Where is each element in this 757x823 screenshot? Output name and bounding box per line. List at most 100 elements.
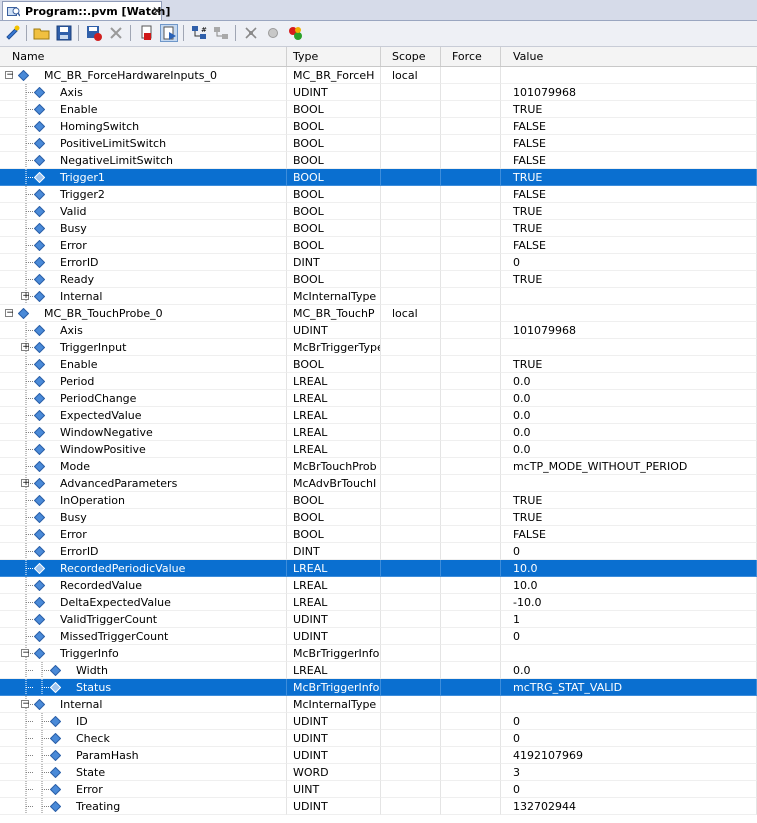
collapse-icon[interactable]: −	[5, 308, 14, 318]
value-cell[interactable]: 132702944	[501, 798, 757, 815]
name-cell[interactable]: Check	[0, 730, 287, 747]
watch-tab[interactable]: Program::.pvm [Watch] ✕	[2, 1, 170, 20]
name-cell[interactable]: DeltaExpectedValue	[0, 594, 287, 611]
force-cell[interactable]	[441, 764, 501, 781]
table-row[interactable]: Period LREAL 0.0	[0, 373, 757, 390]
name-cell[interactable]: Axis	[0, 84, 287, 101]
add-variable-icon[interactable]	[4, 24, 22, 42]
value-cell[interactable]: FALSE	[501, 186, 757, 203]
force-cell[interactable]	[441, 458, 501, 475]
value-cell[interactable]	[501, 67, 757, 84]
close-icon[interactable]: ✕	[152, 4, 162, 18]
table-row[interactable]: State WORD 3	[0, 764, 757, 781]
name-cell[interactable]: ParamHash	[0, 747, 287, 764]
table-row[interactable]: − MC_BR_ForceHardwareInputs_0 MC_BR_ForceH…	[0, 67, 757, 84]
force-cell[interactable]	[441, 730, 501, 747]
name-cell[interactable]: − MC_BR_TouchProbe_0	[0, 305, 287, 322]
name-cell[interactable]: State	[0, 764, 287, 781]
open-folder-icon[interactable]	[33, 24, 51, 42]
column-force-header[interactable]: Force	[441, 47, 501, 66]
force-cell[interactable]	[441, 424, 501, 441]
table-row[interactable]: RecordedValue LREAL 10.0	[0, 577, 757, 594]
table-row[interactable]: Treating UDINT 132702944	[0, 798, 757, 815]
name-cell[interactable]: Busy	[0, 220, 287, 237]
table-row[interactable]: ValidTriggerCount UDINT 1	[0, 611, 757, 628]
force-cell[interactable]	[441, 594, 501, 611]
column-type-header[interactable]: Type	[287, 47, 381, 66]
name-cell[interactable]: Period	[0, 373, 287, 390]
table-row[interactable]: + Internal McInternalType	[0, 288, 757, 305]
value-cell[interactable]: 4192107969	[501, 747, 757, 764]
value-cell[interactable]: 10.0	[501, 560, 757, 577]
table-row[interactable]: DeltaExpectedValue LREAL -10.0	[0, 594, 757, 611]
force-cell[interactable]	[441, 390, 501, 407]
table-row[interactable]: InOperation BOOL TRUE	[0, 492, 757, 509]
value-cell[interactable]: TRUE	[501, 220, 757, 237]
table-row[interactable]: Enable BOOL TRUE	[0, 356, 757, 373]
value-cell[interactable]: 0.0	[501, 424, 757, 441]
name-cell[interactable]: + Internal	[0, 288, 287, 305]
force-cell[interactable]	[441, 679, 501, 696]
table-row[interactable]: WindowPositive LREAL 0.0	[0, 441, 757, 458]
table-row[interactable]: Trigger1 BOOL TRUE	[0, 169, 757, 186]
value-cell[interactable]: FALSE	[501, 152, 757, 169]
force-cell[interactable]	[441, 169, 501, 186]
table-row[interactable]: Error BOOL FALSE	[0, 526, 757, 543]
value-cell[interactable]: TRUE	[501, 492, 757, 509]
table-row[interactable]: ExpectedValue LREAL 0.0	[0, 407, 757, 424]
name-cell[interactable]: Enable	[0, 356, 287, 373]
force-cell[interactable]	[441, 662, 501, 679]
value-cell[interactable]: 0	[501, 781, 757, 798]
force-cell[interactable]	[441, 186, 501, 203]
force-cell[interactable]	[441, 101, 501, 118]
name-cell[interactable]: Valid	[0, 203, 287, 220]
name-cell[interactable]: NegativeLimitSwitch	[0, 152, 287, 169]
force-cell[interactable]	[441, 475, 501, 492]
force-cell[interactable]	[441, 526, 501, 543]
name-cell[interactable]: InOperation	[0, 492, 287, 509]
table-row[interactable]: Busy BOOL TRUE	[0, 509, 757, 526]
value-cell[interactable]: 101079968	[501, 322, 757, 339]
force-cell[interactable]	[441, 118, 501, 135]
name-cell[interactable]: − TriggerInfo	[0, 645, 287, 662]
force-cell[interactable]	[441, 611, 501, 628]
value-cell[interactable]: 0.0	[501, 407, 757, 424]
table-row[interactable]: WindowNegative LREAL 0.0	[0, 424, 757, 441]
table-row[interactable]: ParamHash UDINT 4192107969	[0, 747, 757, 764]
name-cell[interactable]: WindowPositive	[0, 441, 287, 458]
table-row[interactable]: + AdvancedParameters McAdvBrTouchI	[0, 475, 757, 492]
name-cell[interactable]: + AdvancedParameters	[0, 475, 287, 492]
name-cell[interactable]: PeriodChange	[0, 390, 287, 407]
value-cell[interactable]	[501, 339, 757, 356]
force-cell[interactable]	[441, 713, 501, 730]
force-cell[interactable]	[441, 84, 501, 101]
collapse-icon[interactable]: −	[21, 699, 30, 709]
force-cell[interactable]	[441, 441, 501, 458]
table-row[interactable]: Ready BOOL TRUE	[0, 271, 757, 288]
table-row[interactable]: Status McBrTriggerInfo mcTRG_STAT_VALID	[0, 679, 757, 696]
force-cell[interactable]	[441, 492, 501, 509]
name-cell[interactable]: MissedTriggerCount	[0, 628, 287, 645]
table-row[interactable]: Busy BOOL TRUE	[0, 220, 757, 237]
value-cell[interactable]: 10.0	[501, 577, 757, 594]
name-cell[interactable]: Trigger1	[0, 169, 287, 186]
name-cell[interactable]: + TriggerInput	[0, 339, 287, 356]
save-values-icon[interactable]	[85, 24, 103, 42]
name-cell[interactable]: RecordedValue	[0, 577, 287, 594]
name-cell[interactable]: ID	[0, 713, 287, 730]
value-cell[interactable]: TRUE	[501, 169, 757, 186]
name-cell[interactable]: Error	[0, 526, 287, 543]
force-icon[interactable]	[212, 24, 230, 42]
name-cell[interactable]: − MC_BR_ForceHardwareInputs_0	[0, 67, 287, 84]
value-cell[interactable]: TRUE	[501, 271, 757, 288]
table-row[interactable]: MissedTriggerCount UDINT 0	[0, 628, 757, 645]
record-icon[interactable]	[286, 24, 304, 42]
value-cell[interactable]	[501, 288, 757, 305]
force-cell[interactable]	[441, 747, 501, 764]
value-cell[interactable]: -10.0	[501, 594, 757, 611]
name-cell[interactable]: Busy	[0, 509, 287, 526]
value-cell[interactable]	[501, 305, 757, 322]
table-row[interactable]: Error UINT 0	[0, 781, 757, 798]
name-cell[interactable]: PositiveLimitSwitch	[0, 135, 287, 152]
force-cell[interactable]	[441, 305, 501, 322]
